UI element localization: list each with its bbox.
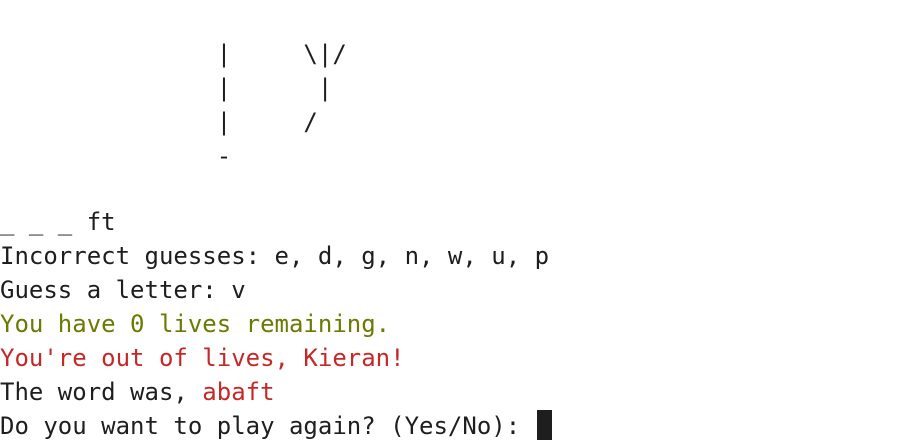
incorrect-guesses: Incorrect guesses: e, d, g, n, w, u, p xyxy=(0,242,550,270)
terminal-output: | \|/ | | | / - _ _ _ ft Incorrect guess… xyxy=(0,0,914,447)
hangman-art-line: - xyxy=(0,142,232,170)
revealed-word: abaft xyxy=(202,378,275,406)
word-reveal: The word was, abaft xyxy=(0,375,275,409)
hangman-art-line: | / xyxy=(0,108,318,136)
hangman-art-line: | | xyxy=(0,74,333,102)
hangman-art-line: | \|/ xyxy=(0,40,347,68)
play-again-line[interactable]: Do you want to play again? (Yes/No): xyxy=(0,409,552,443)
guess-prompt: Guess a letter: v xyxy=(0,276,246,304)
out-of-lives-message: You're out of lives, Kieran! xyxy=(0,344,405,372)
lives-remaining-message: You have 0 lives remaining. xyxy=(0,310,391,338)
play-again-prompt: Do you want to play again? (Yes/No): xyxy=(0,412,535,440)
word-progress: _ _ _ ft xyxy=(0,208,116,236)
word-reveal-prefix: The word was, xyxy=(0,378,203,406)
text-cursor[interactable] xyxy=(536,410,552,440)
